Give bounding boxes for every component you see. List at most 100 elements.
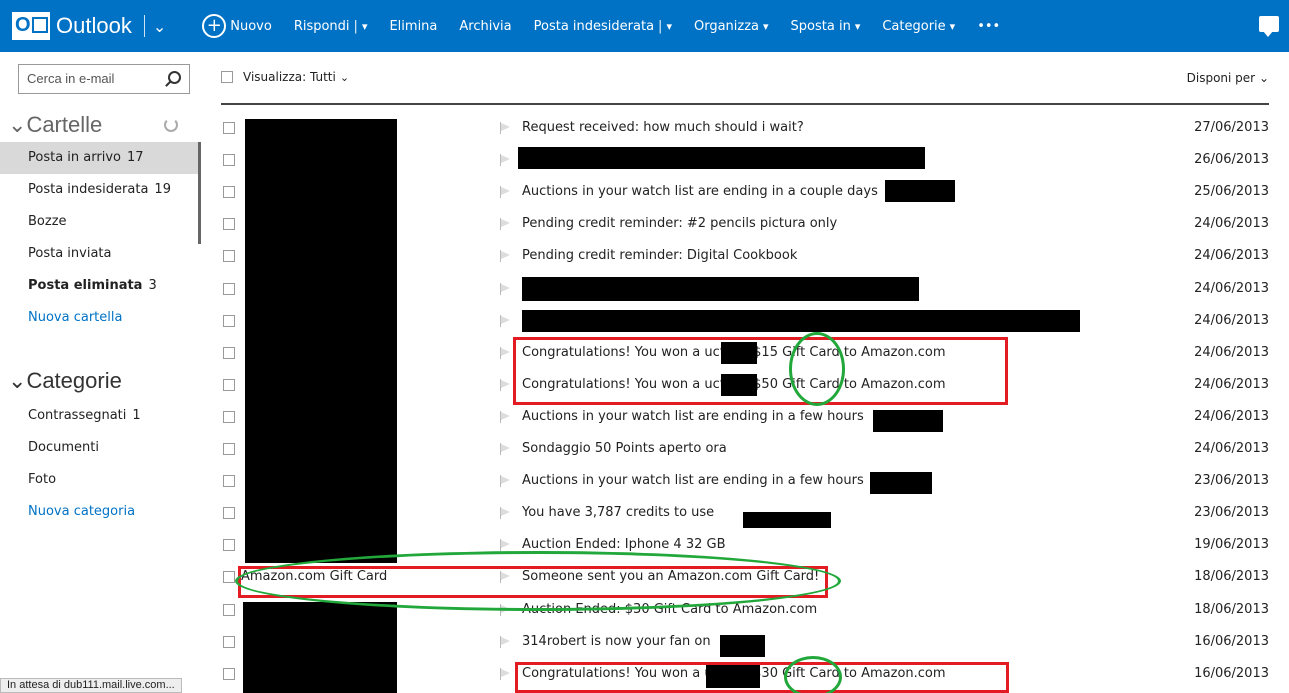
- organize-button[interactable]: Organizza ▾: [694, 19, 769, 34]
- search-input[interactable]: Cerca in e-mail: [18, 64, 190, 94]
- delete-label: Elimina: [389, 18, 438, 34]
- sync-icon[interactable]: [164, 118, 178, 132]
- row-checkbox[interactable]: [223, 603, 235, 616]
- redaction-block: [743, 512, 831, 528]
- email-date: 24/06/2013: [1194, 408, 1269, 424]
- row-checkbox[interactable]: [223, 154, 235, 167]
- flag-icon[interactable]: [500, 122, 512, 134]
- email-date: 19/06/2013: [1194, 537, 1269, 553]
- email-date: 26/06/2013: [1194, 152, 1269, 168]
- email-subject: You have 3,787 credits to use: [522, 505, 715, 521]
- flag-icon[interactable]: [500, 282, 512, 295]
- flag-icon[interactable]: [500, 443, 512, 455]
- delete-button[interactable]: Elimina: [389, 19, 437, 34]
- chevron-down-icon[interactable]: ▾: [362, 20, 368, 33]
- folder-drafts[interactable]: Bozze: [0, 206, 200, 238]
- categories-label: Categorie: [882, 18, 946, 34]
- move-to-label: Sposta in: [790, 18, 851, 34]
- archive-button[interactable]: Archivia: [459, 19, 511, 34]
- row-checkbox[interactable]: [223, 218, 235, 231]
- red-highlight-box: [515, 662, 1009, 693]
- row-checkbox[interactable]: [223, 443, 235, 455]
- flag-icon[interactable]: [500, 250, 512, 263]
- row-checkbox[interactable]: [223, 571, 235, 584]
- email-subject: Pending credit reminder: #2 pencils pict…: [522, 216, 838, 232]
- select-all-checkbox[interactable]: [221, 71, 233, 83]
- row-checkbox[interactable]: [223, 539, 235, 552]
- row-checkbox[interactable]: [223, 314, 235, 327]
- category-flagged[interactable]: Contrassegnati 1: [0, 400, 200, 432]
- chevron-down-icon: ▾: [763, 19, 769, 33]
- row-checkbox[interactable]: [223, 250, 235, 263]
- flag-icon[interactable]: [500, 378, 512, 391]
- row-checkbox[interactable]: [223, 667, 235, 680]
- outlook-logo[interactable]: O Outlook ⌄: [12, 12, 166, 40]
- flag-icon[interactable]: [500, 507, 512, 520]
- categories-header[interactable]: ⌄Categorie: [8, 368, 122, 394]
- row-checkbox[interactable]: [223, 346, 235, 359]
- chat-icon[interactable]: [1259, 16, 1279, 37]
- row-checkbox[interactable]: [223, 186, 235, 199]
- email-date: 24/06/2013: [1194, 312, 1269, 328]
- search-placeholder: Cerca in e-mail: [27, 71, 115, 86]
- folder-sent[interactable]: Posta inviata: [0, 238, 200, 270]
- status-bar: In attesa di dub111.mail.live.com...: [0, 678, 182, 693]
- row-checkbox[interactable]: [223, 122, 235, 134]
- reply-button[interactable]: Rispondi | ▾: [294, 19, 368, 34]
- reply-label: Rispondi: [293, 18, 350, 34]
- folders-header[interactable]: ⌄Cartelle: [8, 112, 102, 138]
- chevron-down-icon[interactable]: ▾: [666, 20, 672, 33]
- sort-by-label: Disponi per: [1186, 71, 1256, 85]
- flag-icon[interactable]: [500, 346, 512, 359]
- row-checkbox[interactable]: [223, 635, 235, 648]
- green-circle-annotation: [784, 656, 842, 693]
- row-checkbox[interactable]: [223, 282, 235, 295]
- category-photos[interactable]: Foto: [0, 464, 200, 496]
- folders-title: Cartelle: [26, 112, 103, 137]
- green-circle-annotation: [789, 332, 845, 406]
- folder-inbox[interactable]: Posta in arrivo 17: [0, 142, 200, 174]
- row-checkbox[interactable]: [223, 378, 235, 391]
- green-circle-annotation: [235, 551, 841, 611]
- folder-junk[interactable]: Posta indesiderata 19: [0, 174, 200, 206]
- email-date: 23/06/2013: [1194, 505, 1269, 521]
- email-date: 24/06/2013: [1194, 441, 1269, 456]
- email-date: 16/06/2013: [1194, 633, 1269, 649]
- flag-icon[interactable]: [500, 410, 512, 423]
- organize-label: Organizza: [693, 18, 760, 34]
- new-button[interactable]: + Nuovo: [202, 14, 272, 38]
- row-checkbox[interactable]: [223, 410, 235, 423]
- categories-button[interactable]: Categorie ▾: [882, 19, 955, 34]
- flag-icon[interactable]: [500, 635, 512, 648]
- email-subject: Auctions in your watch list are ending i…: [522, 408, 864, 424]
- junk-label: Posta indesiderata: [533, 18, 655, 34]
- sort-by-button[interactable]: Disponi per ⌄: [1187, 71, 1269, 85]
- new-folder-link[interactable]: Nuova cartella: [0, 302, 200, 334]
- flag-icon[interactable]: [500, 475, 512, 488]
- red-highlight-box: [513, 337, 1008, 405]
- folder-deleted[interactable]: Posta eliminata 3: [0, 270, 200, 302]
- move-to-button[interactable]: Sposta in ▾: [791, 19, 861, 34]
- categories-title: Categorie: [26, 368, 122, 393]
- view-filter-label: Visualizza: Tutti: [243, 70, 336, 84]
- flag-icon[interactable]: [500, 667, 512, 680]
- chevron-down-icon: ▾: [949, 19, 956, 33]
- app-switcher-chevron-icon[interactable]: ⌄: [153, 17, 166, 36]
- row-checkbox[interactable]: [223, 475, 235, 488]
- flag-icon[interactable]: [500, 218, 512, 231]
- redaction-block: [870, 472, 932, 494]
- flag-icon[interactable]: [500, 154, 512, 167]
- view-filter[interactable]: Visualizza: Tutti ⌄: [221, 70, 349, 84]
- flag-icon[interactable]: [500, 314, 512, 327]
- row-checkbox[interactable]: [223, 507, 235, 520]
- junk-button[interactable]: Posta indesiderata | ▾: [534, 19, 672, 34]
- category-documents[interactable]: Documenti: [0, 432, 200, 464]
- more-button[interactable]: •••: [977, 19, 1000, 34]
- flag-icon[interactable]: [500, 539, 512, 552]
- email-date: 25/06/2013: [1194, 184, 1269, 200]
- email-date: 24/06/2013: [1194, 216, 1269, 232]
- flag-icon[interactable]: [500, 186, 512, 199]
- redaction-block: [720, 635, 765, 657]
- new-category-link[interactable]: Nuova categoria: [0, 496, 200, 528]
- search-icon[interactable]: [168, 71, 181, 84]
